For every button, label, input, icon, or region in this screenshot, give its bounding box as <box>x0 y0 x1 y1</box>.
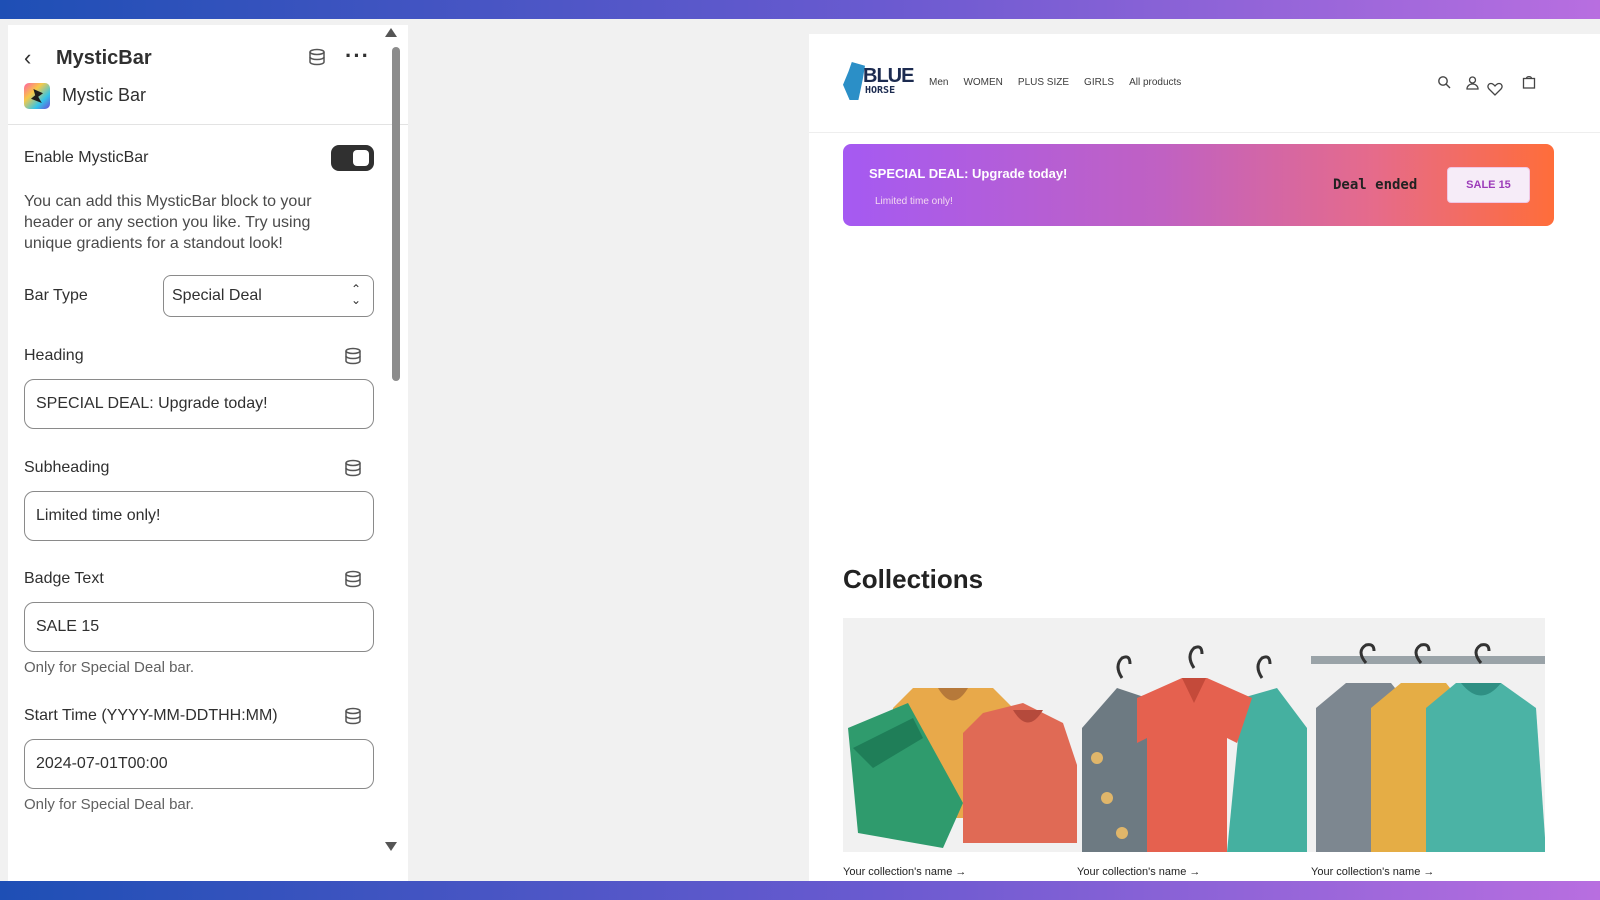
logo-text-bottom: HORSE <box>865 85 896 96</box>
help-text: You can add this MysticBar block to your… <box>24 193 312 252</box>
folded-shirts-illustration <box>848 688 1077 848</box>
nav-item-plus-size[interactable]: PLUS SIZE <box>1018 77 1069 88</box>
dynamic-source-icon[interactable] <box>344 707 362 725</box>
nav-item-women[interactable]: WOMEN <box>963 77 1002 88</box>
app-name: Mystic Bar <box>62 85 147 105</box>
app-logo <box>24 83 50 109</box>
enable-label: Enable MysticBar <box>24 149 149 166</box>
block-title: MysticBar <box>56 47 152 69</box>
bar-type-select[interactable]: Special Deal ⌃ ⌄ <box>163 275 374 317</box>
collections-title: Collections <box>843 564 984 594</box>
collection-card-image[interactable] <box>1311 618 1545 852</box>
countdown-status: Deal ended <box>1333 177 1418 193</box>
badge-text-input[interactable]: SALE 15 <box>24 602 374 652</box>
subheading-input[interactable]: Limited time only! <box>24 491 374 541</box>
dynamic-source-icon[interactable] <box>344 347 362 365</box>
more-options-icon[interactable]: ··· <box>345 43 370 69</box>
dynamic-source-icon[interactable] <box>344 459 362 477</box>
store-logo[interactable]: BLUE HORSE <box>843 62 914 102</box>
collection-link[interactable]: Your collection's name → <box>1077 866 1200 878</box>
top-gradient-border <box>0 0 1600 19</box>
cart-icon[interactable] <box>1522 75 1536 89</box>
account-icon[interactable] <box>1466 76 1479 90</box>
dynamic-source-icon[interactable] <box>344 570 362 588</box>
nav-item-all-products[interactable]: All products <box>1129 77 1181 88</box>
bar-type-label: Bar Type <box>24 287 88 304</box>
wishlist-heart-icon[interactable] <box>1487 82 1503 96</box>
badge-text-label: Badge Text <box>24 570 104 587</box>
sweaters-on-rack-illustration <box>1311 643 1545 852</box>
hanging-shirts-illustration <box>1082 645 1307 852</box>
store-preview: BLUE HORSE Men WOMEN PLUS SIZE GIRLS All… <box>809 34 1600 881</box>
mystic-bar-preview[interactable]: SPECIAL DEAL: Upgrade today! Limited tim… <box>843 144 1554 226</box>
bar-type-value: Special Deal <box>172 287 262 304</box>
badge-note: Only for Special Deal bar. <box>24 659 195 676</box>
search-icon[interactable] <box>1437 75 1451 89</box>
panel-header: ‹ MysticBar ··· Mystic Bar <box>8 25 408 125</box>
horse-logo-icon <box>843 62 865 100</box>
dynamic-source-icon[interactable] <box>308 48 326 66</box>
collection-card-image[interactable] <box>1077 618 1311 852</box>
mystic-bar-heading: SPECIAL DEAL: Upgrade today! <box>869 166 1068 181</box>
select-chevron-icon: ⌃ ⌄ <box>350 282 361 307</box>
scrollbar-thumb[interactable] <box>392 47 400 381</box>
collection-card-image[interactable] <box>843 618 1077 852</box>
scroll-up-arrow[interactable] <box>385 28 397 37</box>
start-time-label: Start Time (YYYY-MM-DDTHH:MM) <box>24 707 278 724</box>
nav-item-girls[interactable]: GIRLS <box>1084 77 1114 88</box>
collection-link[interactable]: Your collection's name → <box>843 866 966 878</box>
back-icon[interactable]: ‹ <box>24 45 31 71</box>
subheading-label: Subheading <box>24 459 110 476</box>
heading-label: Heading <box>24 347 84 364</box>
mystic-bar-subheading: Limited time only! <box>875 196 953 207</box>
heading-input[interactable]: SPECIAL DEAL: Upgrade today! <box>24 379 374 429</box>
nav-item-men[interactable]: Men <box>929 77 948 88</box>
sale-badge[interactable]: SALE 15 <box>1447 167 1530 203</box>
settings-panel: ‹ MysticBar ··· Mystic Bar Enable Mystic… <box>8 25 408 881</box>
bottom-gradient-border <box>0 881 1600 900</box>
store-header: BLUE HORSE Men WOMEN PLUS SIZE GIRLS All… <box>809 34 1600 133</box>
store-nav: Men WOMEN PLUS SIZE GIRLS All products <box>929 77 1181 88</box>
enable-toggle[interactable] <box>331 145 374 171</box>
collection-link[interactable]: Your collection's name → <box>1311 866 1434 878</box>
start-time-input[interactable]: 2024-07-01T00:00 <box>24 739 374 789</box>
start-time-note: Only for Special Deal bar. <box>24 796 195 813</box>
scroll-down-arrow[interactable] <box>385 842 397 851</box>
